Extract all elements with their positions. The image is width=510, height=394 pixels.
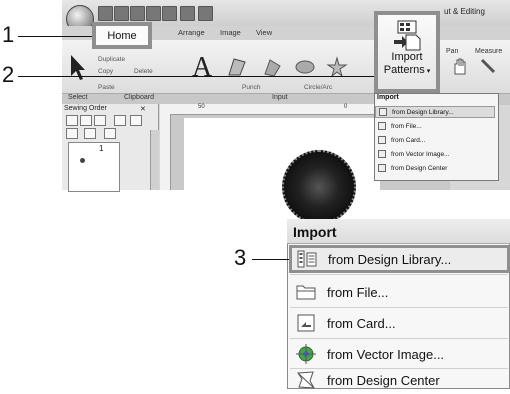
design-center-icon (378, 164, 386, 172)
callout-2: 2 (2, 62, 15, 87)
menu-item-from-file[interactable]: from File... (291, 278, 508, 306)
panel-tool-icon[interactable] (114, 115, 126, 126)
menu-item-from-design-library[interactable]: from Design Library... (289, 245, 510, 273)
tab-home[interactable]: Home (92, 22, 152, 49)
print-icon[interactable] (146, 6, 161, 21)
card-icon (297, 314, 315, 332)
group-clipboard-label: Clipboard (124, 94, 154, 101)
panel-tool-icon[interactable] (66, 115, 78, 126)
mini-item-design-library[interactable]: from Design Library... (375, 106, 495, 118)
panel-tool-icon[interactable] (66, 128, 78, 139)
thumbnail-number: 1 (99, 144, 104, 153)
callout-2-line (18, 76, 374, 77)
circle-arc-icon (295, 60, 315, 74)
menu-item-label: from File... (327, 284, 389, 300)
copy-button[interactable]: Copy (98, 68, 113, 75)
design-center-icon (297, 371, 315, 389)
duplicate-button[interactable]: Duplicate (98, 56, 125, 63)
mini-item-vector-image[interactable]: from Vector Image... (375, 148, 495, 160)
patterns-label: Patterns ▾ (383, 64, 431, 76)
import-patterns-button[interactable]: Import Patterns ▾ (374, 11, 440, 93)
folder-icon (378, 122, 386, 130)
undo-icon[interactable] (180, 6, 195, 21)
card-icon (378, 136, 386, 144)
embroidery-design[interactable] (282, 150, 356, 224)
pan-button[interactable]: Pan (446, 48, 458, 55)
cursor-arrow-icon (71, 55, 85, 80)
preview-icon[interactable] (162, 6, 177, 21)
save-icon[interactable] (130, 6, 145, 21)
shape-tool-icon[interactable] (226, 56, 248, 83)
import-patterns-icon (394, 20, 421, 51)
tab-image[interactable]: Image (220, 28, 241, 37)
punch-button[interactable]: Punch (242, 84, 260, 91)
menu-item-label: from Design Center (327, 372, 440, 388)
mini-item-design-center[interactable]: from Design Center (375, 162, 495, 174)
star-icon (326, 56, 348, 78)
ruler-icon (480, 58, 496, 74)
window-title: ut & Editing (444, 7, 485, 16)
shape-icon (228, 58, 246, 76)
panel-tool-icon[interactable] (104, 128, 116, 139)
callout-1: 1 (2, 22, 15, 47)
vertical-ruler (160, 114, 171, 190)
menu-separator (290, 338, 508, 339)
import-dropdown-header: Import (377, 94, 399, 101)
menu-separator (290, 274, 508, 275)
tab-view[interactable]: View (256, 28, 272, 37)
mini-item-card[interactable]: from Card... (375, 134, 495, 146)
ruler-mark: 50 (198, 104, 205, 110)
new-file-icon[interactable] (98, 6, 113, 21)
text-tool-icon[interactable]: A (192, 52, 212, 84)
redo-icon[interactable] (198, 6, 213, 21)
callout-3: 3 (234, 245, 247, 270)
design-library-icon (297, 250, 317, 268)
measure-icon[interactable] (478, 56, 498, 81)
vector-image-icon (378, 150, 386, 158)
delete-button[interactable]: Delete (134, 68, 153, 75)
paste-button[interactable]: Paste (98, 84, 115, 91)
menu-item-label: from Vector Image... (327, 346, 445, 362)
outline-tool-icon[interactable] (262, 56, 284, 83)
ruler-mark: 0 (344, 104, 348, 110)
sewing-order-thumbnail[interactable] (68, 142, 120, 192)
menu-item-from-vector-image[interactable]: from Vector Image... (291, 340, 508, 368)
design-library-icon (379, 108, 387, 116)
menu-item-from-card[interactable]: from Card... (291, 309, 508, 337)
select-tool-button[interactable] (66, 52, 88, 82)
group-select-label: Select (68, 94, 88, 101)
group-input-label: Input (272, 94, 288, 101)
measure-button[interactable]: Measure (475, 48, 502, 55)
menu-item-label: from Card... (327, 315, 396, 331)
mini-item-file[interactable]: from File... (375, 120, 495, 132)
vector-image-icon (296, 344, 316, 364)
thumbnail-preview (80, 158, 85, 163)
callout-1-line (18, 36, 92, 37)
panel-tool-icon[interactable] (80, 115, 92, 126)
import-label: Import (391, 51, 423, 63)
circle-arc-button[interactable]: Circle/Arc (304, 84, 332, 91)
hand-icon (454, 58, 466, 75)
panel-close-icon[interactable]: ✕ (140, 105, 146, 113)
star-tool-icon[interactable] (326, 56, 348, 83)
menu-separator (290, 307, 508, 308)
folder-icon (296, 285, 316, 300)
pan-icon[interactable] (450, 56, 470, 81)
panel-tool-icon[interactable] (130, 115, 142, 126)
circle-arc-tool-icon[interactable] (294, 56, 316, 83)
menu-item-from-design-center[interactable]: from Design Center (291, 366, 508, 394)
tab-arrange[interactable]: Arrange (178, 28, 205, 37)
callout-3-line (252, 259, 289, 260)
import-menu-title: Import (293, 224, 337, 240)
menu-item-label: from Design Library... (328, 251, 452, 267)
panel-tool-icon[interactable] (84, 128, 96, 139)
panel-scrollbar[interactable] (150, 130, 159, 190)
panel-tool-icon[interactable] (94, 115, 106, 126)
open-file-icon[interactable] (114, 6, 129, 21)
outline-icon (264, 59, 281, 77)
sewing-order-title: Sewing Order (64, 105, 107, 112)
